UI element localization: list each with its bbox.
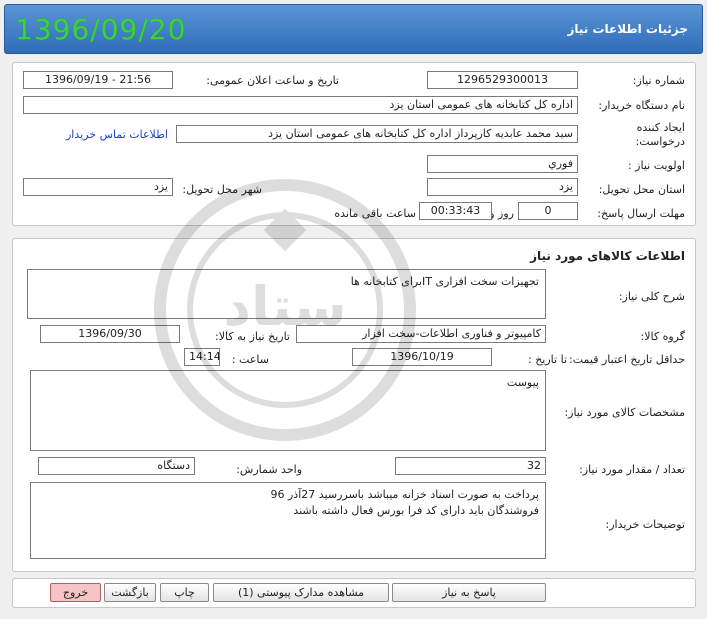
qty-label: تعداد / مقدار مورد نیاز: xyxy=(579,463,685,476)
delivery-city-field[interactable]: یزد xyxy=(23,178,173,196)
time-remaining-label: ساعت باقی مانده xyxy=(334,207,416,220)
general-desc-field[interactable]: تجهیزات سخت افزاری ITبرای کتابخانه ها xyxy=(27,269,546,319)
need-date-field[interactable]: 1396/09/30 xyxy=(40,325,180,343)
back-button[interactable]: بازگشت xyxy=(104,583,156,602)
requester-label-2: درخواست: xyxy=(635,135,685,148)
requester-label-1: ایجاد کننده xyxy=(636,121,685,134)
reply-to-need-button[interactable]: پاسخ به نیاز xyxy=(392,583,546,602)
buyer-contact-link[interactable]: اطلاعات تماس خریدار xyxy=(66,128,168,141)
general-desc-label: شرح کلی نیاز: xyxy=(618,290,685,303)
goods-specs-label: مشخصات کالای مورد نیاز: xyxy=(564,406,685,419)
requester-field[interactable]: سید محمد عابدیه کارپرداز اداره کل کتابخا… xyxy=(176,125,578,143)
buyer-notes-line-2: فروشندگان باید دارای کد فرا بورس فعال دا… xyxy=(293,504,539,517)
min-price-validity-label: حداقل تاریخ اعتبار قیمت: xyxy=(569,353,685,366)
hour-label: ساعت : xyxy=(231,353,269,366)
buyer-notes-label: توضیحات خریدار: xyxy=(605,518,686,531)
buyer-org-label: نام دستگاه خریدار: xyxy=(598,99,685,112)
goods-specs-field[interactable]: پیوست xyxy=(30,370,546,451)
hour-field[interactable]: 14:14 xyxy=(184,348,220,366)
buyer-org-field[interactable]: اداره کل کتابخانه های عمومی استان یزد xyxy=(23,96,578,114)
goods-section-title: اطلاعات کالاهای مورد نیاز xyxy=(530,249,685,263)
until-date-field[interactable]: 1396/10/19 xyxy=(352,348,492,366)
day-and-label: روز و xyxy=(489,207,514,220)
deadline-label: مهلت ارسال پاسخ: xyxy=(597,207,685,220)
page-title: جزئیات اطلاعات نیاز xyxy=(567,22,688,36)
goods-group-label: گروه کالا: xyxy=(640,330,685,343)
view-attached-docs-button[interactable]: مشاهده مدارک پیوستی (1) xyxy=(213,583,389,602)
deadline-days-field[interactable]: 0 xyxy=(518,202,578,220)
need-number-field[interactable]: 1296529300013 xyxy=(427,71,578,89)
header-date: 1396/09/20 xyxy=(15,13,187,46)
need-number-label: شماره نیاز: xyxy=(632,74,685,87)
page-header: 1396/09/20 جزئیات اطلاعات نیاز xyxy=(4,4,703,54)
qty-field[interactable]: 32 xyxy=(395,457,546,475)
announce-datetime-label: تاریخ و ساعت اعلان عمومی: xyxy=(206,74,339,87)
buyer-notes-line-1: پرداخت به صورت اسناد خزانه میباشد باسررس… xyxy=(270,488,540,501)
unit-field[interactable]: دستگاه xyxy=(38,457,195,475)
deadline-time-field[interactable]: 00:33:43 xyxy=(419,202,492,220)
announce-datetime-field[interactable]: 1396/09/19 - 21:56 xyxy=(23,71,173,89)
buyer-notes-field[interactable]: پرداخت به صورت اسناد خزانه میباشد باسررس… xyxy=(30,482,546,559)
delivery-city-label: شهر محل تحویل: xyxy=(182,183,262,196)
delivery-province-field[interactable]: یزد xyxy=(427,178,578,196)
delivery-province-label: استان محل تحویل: xyxy=(598,183,685,196)
print-button[interactable]: چاپ xyxy=(160,583,209,602)
goods-group-field[interactable]: کامپیوتر و فناوری اطلاعات-سخت افزار xyxy=(296,325,546,343)
unit-label: واحد شمارش: xyxy=(236,463,302,476)
priority-field[interactable]: فوري xyxy=(427,155,578,173)
until-date-label: تا تاریخ : xyxy=(528,353,567,366)
priority-label: اولویت نیاز : xyxy=(627,159,685,172)
exit-button[interactable]: خروج xyxy=(50,583,101,602)
need-date-label: تاریخ نیاز به کالا: xyxy=(215,330,290,343)
